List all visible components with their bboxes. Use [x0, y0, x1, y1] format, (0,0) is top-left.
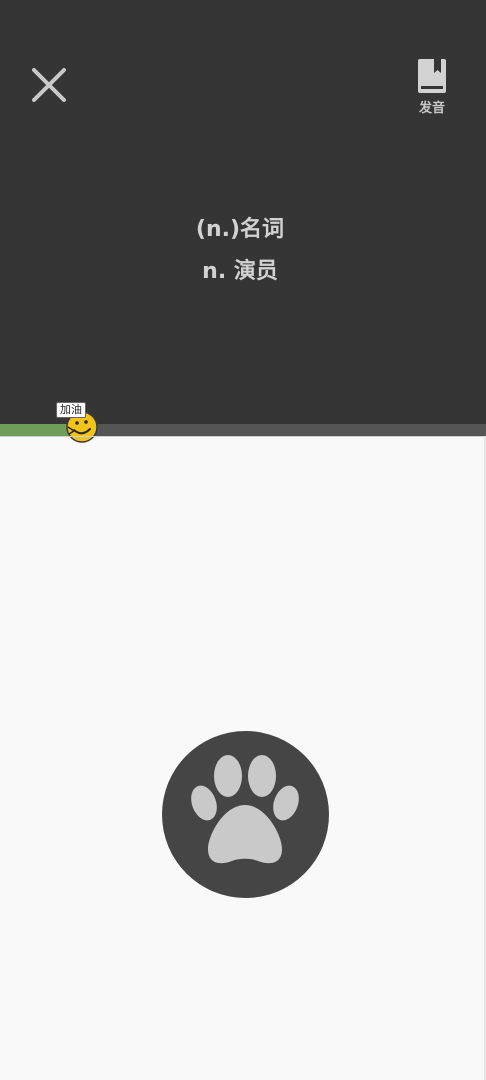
mascot-label: 加油 — [56, 402, 86, 418]
word-card-panel: 发音 (n.)名词 n. 演员 — [0, 0, 486, 424]
paw-button[interactable] — [162, 731, 329, 898]
panel-divider — [0, 436, 486, 437]
app-root: 发音 (n.)名词 n. 演员 加油 — [0, 0, 486, 1080]
part-of-speech: (n.)名词 — [195, 217, 285, 242]
word-info: (n.)名词 n. 演员 — [0, 210, 486, 294]
close-icon — [32, 68, 66, 102]
close-button[interactable] — [28, 62, 72, 106]
pronunciation-button[interactable]: 发音 — [408, 58, 456, 118]
word-definition: n. 演员 — [202, 259, 278, 284]
bookmark-book-icon — [418, 59, 446, 93]
progress-mascot: 加油 — [56, 402, 102, 444]
paw-icon — [191, 755, 299, 864]
pronunciation-label: 发音 — [418, 101, 445, 116]
